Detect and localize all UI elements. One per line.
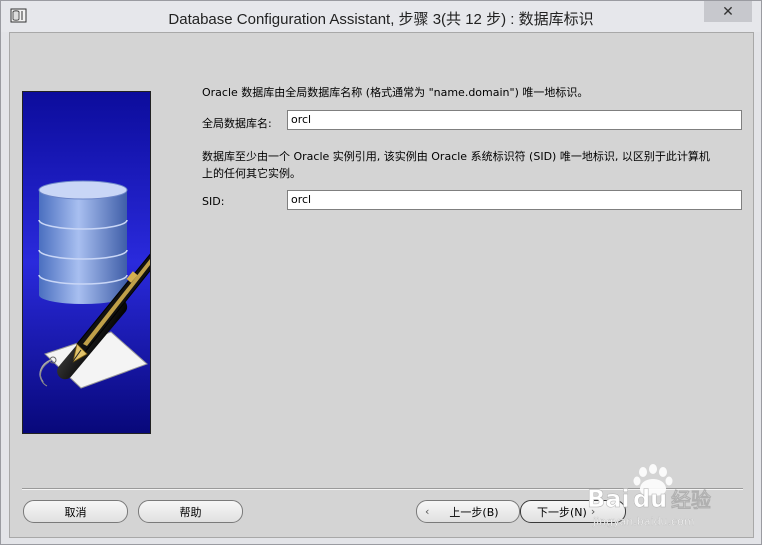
watermark-suffix: 经验 [671, 488, 711, 512]
global-db-name-label: 全局数据库名: [202, 117, 272, 130]
baidu-jingyan-watermark: Bai du 经验 jingyan.baidu.com [587, 464, 711, 528]
intro-text: Oracle 数据库由全局数据库名称 (格式通常为 "name.domain")… [202, 86, 589, 99]
dbca-window: Database Configuration Assistant, 步骤 3(共… [0, 0, 762, 545]
watermark-brand: Bai [587, 485, 630, 513]
back-button[interactable]: ‹ 上一步(B) [416, 500, 520, 523]
window-title: Database Configuration Assistant, 步骤 3(共… [168, 11, 594, 28]
close-icon: ✕ [722, 3, 734, 20]
title-bar[interactable]: Database Configuration Assistant, 步骤 3(共… [1, 1, 761, 32]
global-db-name-input[interactable]: orcl [287, 110, 742, 130]
close-button[interactable]: ✕ [704, 1, 752, 22]
sid-description-line1: 数据库至少由一个 Oracle 实例引用, 该实例由 Oracle 系统标识符 … [202, 150, 710, 163]
sid-label: SID: [202, 195, 225, 208]
chevron-left-icon: ‹ [425, 505, 430, 518]
help-button-label: 帮助 [179, 505, 202, 519]
cancel-button[interactable]: 取消 [23, 500, 128, 523]
watermark-brand-du: du [633, 485, 667, 513]
back-button-label: 上一步(B) [449, 505, 499, 519]
cancel-button-label: 取消 [64, 505, 87, 519]
database-pen-illustration [22, 91, 151, 434]
sid-input[interactable]: orcl [287, 190, 742, 210]
watermark-url: jingyan.baidu.com [592, 515, 695, 528]
next-button-label: 下一步(N) [537, 505, 587, 519]
help-button[interactable]: 帮助 [138, 500, 243, 523]
sid-description-line2: 上的任何其它实例。 [202, 167, 301, 180]
